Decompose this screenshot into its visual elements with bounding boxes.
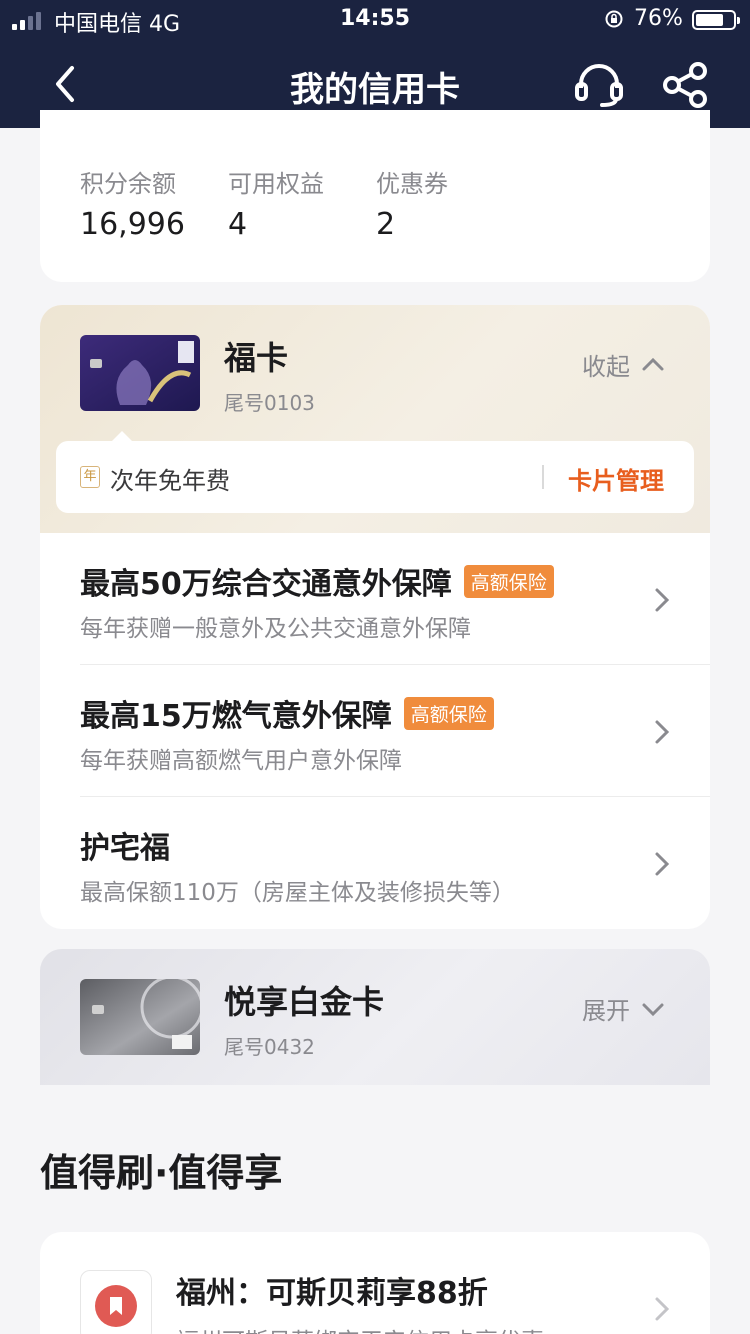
battery-percent: 76% — [634, 6, 683, 31]
status-bar: 中国电信 4G 14:55 76% — [0, 0, 750, 40]
chevron-right-icon — [655, 852, 670, 876]
annual-fee-bar: 年 次年免年费 卡片管理 — [56, 431, 694, 513]
summary-value: 2 — [376, 207, 396, 242]
battery-icon — [692, 10, 740, 30]
platinum-card[interactable]: 悦享白金卡 尾号0432 展开 — [40, 949, 710, 1085]
benefit-subtitle: 每年获赠一般意外及公共交通意外保障 — [80, 616, 471, 642]
benefit-subtitle: 每年获赠高额燃气用户意外保障 — [80, 748, 402, 774]
promo-title: 福州：可斯贝莉享88折 — [176, 1276, 488, 1311]
benefit-title: 最高15万燃气意外保障 — [80, 699, 392, 734]
page-title: 我的信用卡 — [290, 70, 460, 110]
summary-value: 16,996 — [80, 207, 185, 242]
promo-subtitle: 福州可斯贝莉绑定平安信用卡享优惠 — [176, 1322, 544, 1334]
points-summary-card: 积分余额 16,996 可用权益 4 优惠券 2 — [40, 110, 710, 282]
benefit-title: 最高50万综合交通意外保障 — [80, 567, 452, 602]
benefit-subtitle: 最高保额110万（房屋主体及装修损失等） — [80, 880, 515, 906]
divider — [542, 465, 544, 489]
summary-value: 4 — [228, 207, 248, 242]
summary-label: 优惠券 — [376, 170, 448, 198]
section-title: 值得刷·值得享 — [40, 1151, 283, 1195]
platinum-card-image — [80, 979, 200, 1055]
collapse-toggle[interactable]: 收起 — [582, 347, 666, 382]
benefit-row[interactable]: 最高50万综合交通意外保障 高额保险 每年获赠一般意外及公共交通意外保障 — [80, 533, 710, 665]
toggle-label: 收起 — [582, 353, 630, 381]
summary-coupons[interactable]: 优惠券 2 — [376, 164, 448, 242]
chevron-down-icon — [642, 1003, 664, 1016]
annual-fee-text: 次年免年费 — [110, 467, 230, 495]
card-number-tail: 尾号0103 — [224, 391, 315, 415]
benefit-row[interactable]: 护宅福 最高保额110万（房屋主体及装修损失等） — [80, 797, 710, 929]
promo-icon-box — [80, 1270, 152, 1334]
summary-label: 积分余额 — [80, 170, 176, 198]
rotation-lock-icon — [605, 10, 623, 28]
share-icon[interactable] — [660, 60, 712, 110]
summary-label: 可用权益 — [228, 170, 324, 198]
chevron-right-icon — [655, 720, 670, 744]
card-name: 悦享白金卡 — [224, 983, 385, 1021]
benefit-row[interactable]: 最高15万燃气意外保障 高额保险 每年获赠高额燃气用户意外保障 — [80, 665, 710, 797]
fuka-card: 福卡 尾号0103 收起 年 次年免年费 卡片管理 最高50万综合交通意外保障 … — [40, 305, 710, 929]
benefit-title: 护宅福 — [80, 831, 170, 866]
card-name: 福卡 — [224, 339, 289, 377]
card-number-tail: 尾号0432 — [224, 1035, 315, 1059]
benefit-title-line: 最高50万综合交通意外保障 高额保险 — [80, 559, 554, 603]
promo-card[interactable]: 福州：可斯贝莉享88折 福州可斯贝莉绑定平安信用卡享优惠 — [40, 1232, 710, 1334]
benefit-title-line: 护宅福 — [80, 823, 170, 867]
top-bar: 中国电信 4G 14:55 76% 我的信用卡 — [0, 0, 750, 128]
fuka-header: 福卡 尾号0103 收起 年 次年免年费 卡片管理 — [40, 305, 710, 533]
benefit-tag: 高额保险 — [463, 564, 554, 598]
card-management-link[interactable]: 卡片管理 — [568, 461, 664, 496]
fuka-card-image — [80, 335, 200, 411]
toggle-label: 展开 — [582, 997, 630, 1025]
headset-icon[interactable] — [572, 62, 626, 108]
chevron-right-icon — [655, 588, 670, 612]
chevron-right-icon — [655, 1297, 670, 1321]
chevron-up-icon — [642, 357, 664, 370]
expand-toggle[interactable]: 展开 — [582, 991, 666, 1026]
benefit-tag: 高额保险 — [403, 696, 494, 730]
summary-benefits[interactable]: 可用权益 4 — [228, 164, 324, 242]
summary-points[interactable]: 积分余额 16,996 — [80, 164, 185, 242]
benefit-title-line: 最高15万燃气意外保障 高额保险 — [80, 691, 494, 735]
bookmark-icon — [95, 1285, 137, 1327]
annual-fee-badge: 年 — [80, 466, 100, 488]
